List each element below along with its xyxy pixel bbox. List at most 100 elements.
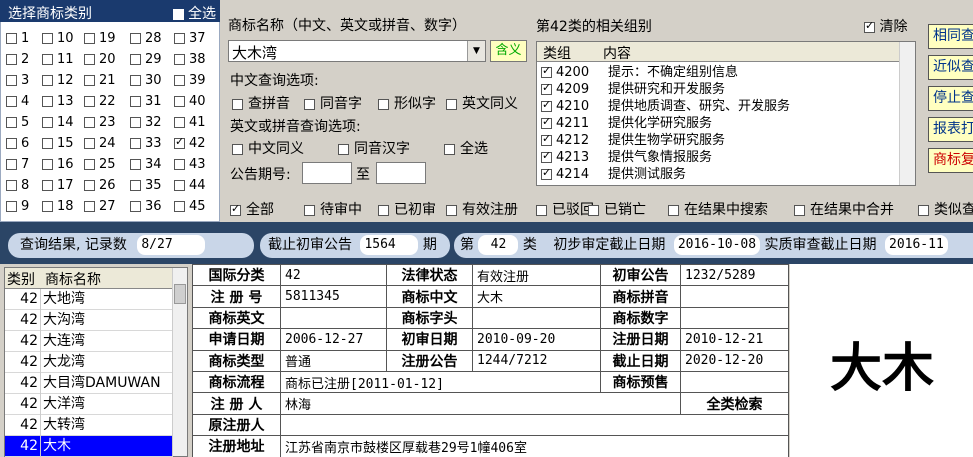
cn-option-2-checkbox[interactable] — [304, 98, 315, 110]
select-all-checkbox[interactable] — [172, 8, 184, 20]
filter-6[interactable]: 已销亡 — [588, 199, 646, 219]
category-35[interactable]: 35 — [130, 176, 162, 196]
category-18-checkbox[interactable] — [42, 201, 53, 212]
period-to-input[interactable] — [376, 162, 426, 184]
filter-8-checkbox[interactable] — [794, 204, 805, 216]
category-44-checkbox[interactable] — [174, 180, 185, 191]
category-24[interactable]: 24 — [84, 134, 116, 154]
category-11[interactable]: 11 — [42, 50, 74, 70]
category-45-checkbox[interactable] — [174, 201, 185, 212]
category-8-checkbox[interactable] — [6, 180, 17, 191]
category-3-checkbox[interactable] — [6, 75, 17, 86]
clear-checkbox[interactable] — [864, 19, 875, 33]
category-1[interactable]: 1 — [6, 29, 29, 49]
category-18[interactable]: 18 — [42, 197, 74, 217]
result-scrollbar[interactable] — [172, 268, 187, 456]
group-row-checkbox[interactable] — [541, 132, 552, 146]
result-scrollbar-thumb[interactable] — [174, 284, 186, 304]
category-27-checkbox[interactable] — [84, 201, 95, 212]
category-23[interactable]: 23 — [84, 113, 116, 133]
category-17[interactable]: 17 — [42, 176, 74, 196]
category-16-checkbox[interactable] — [42, 159, 53, 170]
stop-search-button[interactable]: 停止查 — [928, 86, 973, 111]
en-option-1[interactable]: 中文同义 — [232, 138, 304, 158]
category-9-checkbox[interactable] — [6, 201, 17, 212]
trademark-copy-button[interactable]: 商标复 — [928, 148, 973, 173]
category-9[interactable]: 9 — [6, 197, 29, 217]
category-29[interactable]: 29 — [130, 50, 162, 70]
filter-7[interactable]: 在结果中搜索 — [668, 199, 768, 219]
result-row[interactable]: 42 大洋湾 — [5, 394, 173, 415]
group-row[interactable]: 4200 提示：不确定组别信息 — [541, 64, 738, 81]
category-35-checkbox[interactable] — [130, 180, 141, 191]
filter-1-checkbox[interactable] — [230, 202, 241, 216]
category-10[interactable]: 10 — [42, 29, 74, 49]
group-row[interactable]: 4210 提供地质调查、研究、开发服务 — [541, 98, 790, 115]
category-7[interactable]: 7 — [6, 155, 29, 175]
category-6[interactable]: 6 — [6, 134, 29, 154]
filter-7-checkbox[interactable] — [668, 204, 679, 216]
filter-2-checkbox[interactable] — [304, 204, 315, 216]
group-row-checkbox[interactable] — [541, 115, 552, 129]
result-row[interactable]: 42 大沟湾 — [5, 310, 173, 331]
trademark-name-input[interactable]: 大木湾 — [228, 40, 486, 62]
category-38[interactable]: 38 — [174, 50, 206, 70]
category-3[interactable]: 3 — [6, 71, 29, 91]
category-39-checkbox[interactable] — [174, 75, 185, 86]
cn-option-1[interactable]: 查拼音 — [232, 93, 290, 113]
category-30[interactable]: 30 — [130, 71, 162, 91]
category-34[interactable]: 34 — [130, 155, 162, 175]
category-13-checkbox[interactable] — [42, 96, 53, 107]
category-21[interactable]: 21 — [84, 71, 116, 91]
category-32-checkbox[interactable] — [130, 117, 141, 128]
category-15-checkbox[interactable] — [42, 138, 53, 149]
group-scrollbar[interactable] — [899, 42, 915, 185]
category-27[interactable]: 27 — [84, 197, 116, 217]
category-29-checkbox[interactable] — [130, 54, 141, 65]
category-12[interactable]: 12 — [42, 71, 74, 91]
group-row[interactable]: 4214 提供测试服务 — [541, 166, 686, 183]
cn-option-4-checkbox[interactable] — [446, 98, 457, 110]
filter-9-checkbox[interactable] — [918, 204, 929, 216]
group-row-checkbox[interactable] — [541, 98, 552, 112]
category-20[interactable]: 20 — [84, 50, 116, 70]
filter-3-checkbox[interactable] — [378, 204, 389, 216]
filter-8[interactable]: 在结果中合并 — [794, 199, 894, 219]
category-40[interactable]: 40 — [174, 92, 206, 112]
category-13[interactable]: 13 — [42, 92, 74, 112]
meaning-button[interactable]: 含义 — [490, 40, 527, 62]
category-28[interactable]: 28 — [130, 29, 162, 49]
cn-option-1-checkbox[interactable] — [232, 98, 243, 110]
filter-3[interactable]: 已初审 — [378, 199, 436, 219]
category-43-checkbox[interactable] — [174, 159, 185, 170]
group-row[interactable]: 4211 提供化学研究服务 — [541, 115, 712, 132]
en-option-2[interactable]: 同音汉字 — [338, 138, 410, 158]
category-15[interactable]: 15 — [42, 134, 74, 154]
category-24-checkbox[interactable] — [84, 138, 95, 149]
category-37-checkbox[interactable] — [174, 33, 185, 44]
category-34-checkbox[interactable] — [130, 159, 141, 170]
category-26-checkbox[interactable] — [84, 180, 95, 191]
filter-4[interactable]: 有效注册 — [446, 199, 518, 219]
category-22-checkbox[interactable] — [84, 96, 95, 107]
filter-4-checkbox[interactable] — [446, 204, 457, 216]
filter-5[interactable]: 已驳回 — [536, 199, 594, 219]
category-4-checkbox[interactable] — [6, 96, 17, 107]
category-21-checkbox[interactable] — [84, 75, 95, 86]
en-option-3-checkbox[interactable] — [444, 143, 455, 155]
filter-2[interactable]: 待审中 — [304, 199, 362, 219]
group-row-checkbox[interactable] — [541, 149, 552, 163]
select-all-categories[interactable]: 全选 — [172, 3, 216, 23]
period-from-input[interactable] — [302, 162, 352, 184]
category-1-checkbox[interactable] — [6, 33, 17, 44]
cn-option-2[interactable]: 同音字 — [304, 93, 362, 113]
en-option-3[interactable]: 全选 — [444, 138, 488, 158]
category-33-checkbox[interactable] — [130, 138, 141, 149]
category-7-checkbox[interactable] — [6, 159, 17, 170]
clear-option[interactable]: 清除 — [864, 16, 907, 36]
category-23-checkbox[interactable] — [84, 117, 95, 128]
category-14-checkbox[interactable] — [42, 117, 53, 128]
result-row[interactable]: 42 大连湾 — [5, 331, 173, 352]
category-43[interactable]: 43 — [174, 155, 206, 175]
category-28-checkbox[interactable] — [130, 33, 141, 44]
